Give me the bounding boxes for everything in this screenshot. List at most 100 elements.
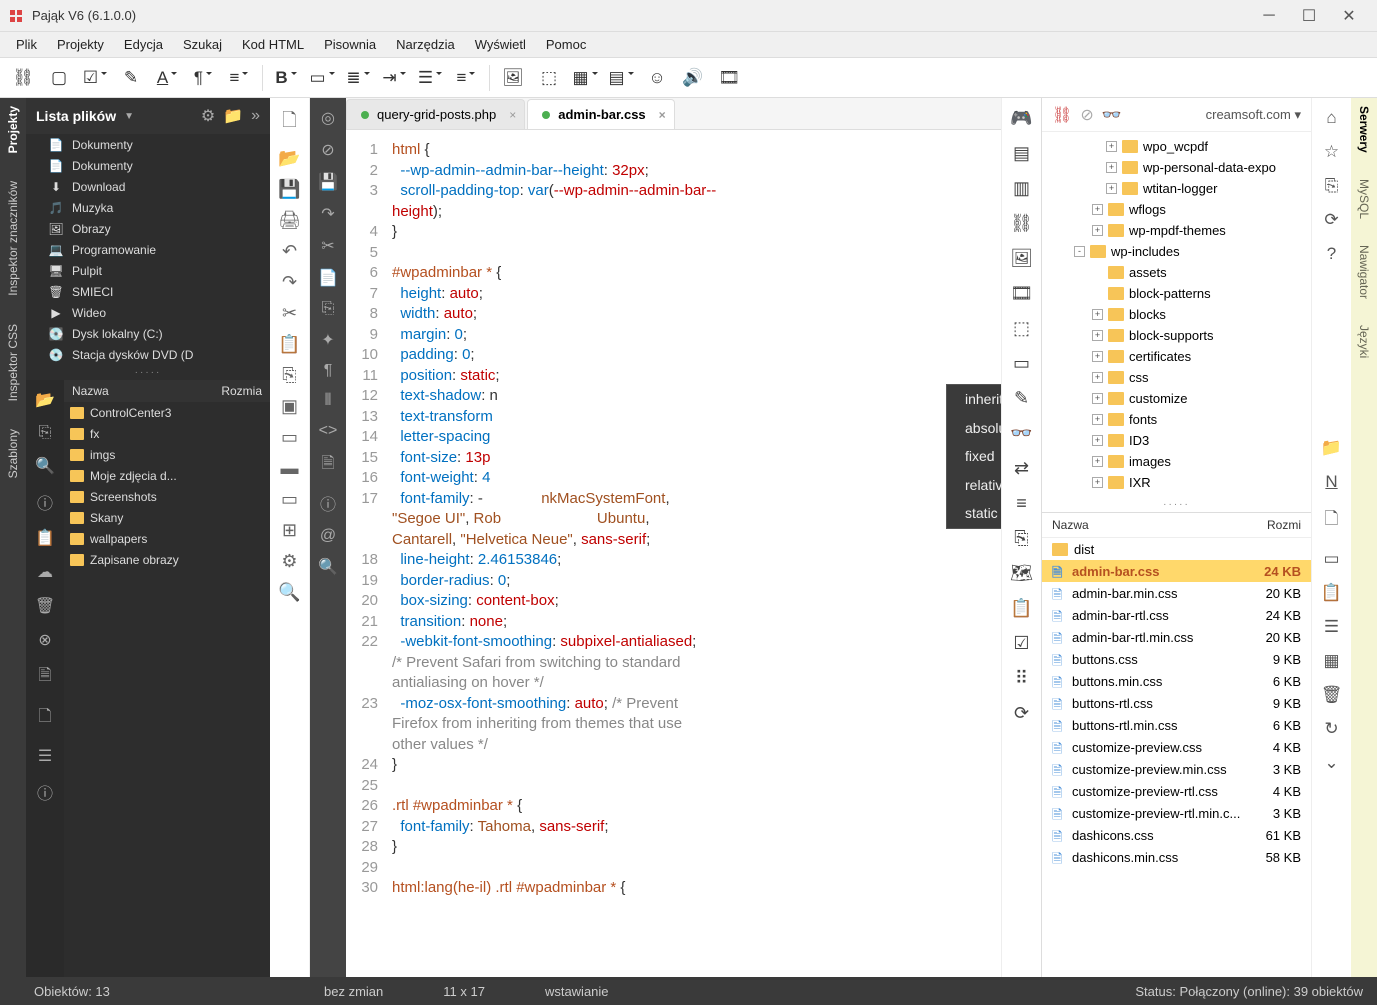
tree-item[interactable]: +certificates — [1042, 346, 1311, 367]
autocomplete-popup[interactable]: inheritabsolutefixedrelativestatic — [946, 384, 1001, 529]
list-item[interactable]: 🗑SMIECI — [26, 281, 270, 302]
maximize-button[interactable]: ☐ — [1289, 2, 1329, 30]
print-icon[interactable]: 🖨 — [278, 210, 301, 231]
copy-icon[interactable]: ⎘ — [39, 424, 52, 442]
help-icon[interactable]: ⓘ — [37, 780, 53, 804]
cloud-icon[interactable]: ☁ — [37, 562, 53, 582]
close-button[interactable]: ✕ — [1329, 2, 1369, 30]
emoji-icon[interactable]: ☺ — [642, 63, 672, 93]
cut-icon[interactable]: ✂ — [282, 303, 297, 324]
file-item[interactable]: 🗎admin-bar-rtl.min.css20 KB — [1042, 626, 1311, 648]
list-item[interactable]: Skany — [64, 507, 270, 528]
settings-icon[interactable]: ⚙ — [281, 551, 297, 572]
folder-outline-icon[interactable]: 📂 — [35, 390, 55, 410]
help2-icon[interactable]: ? — [1327, 244, 1336, 264]
copy-icon[interactable]: ⎘ — [282, 365, 296, 386]
paste-icon[interactable]: 📋 — [278, 334, 300, 355]
file-item[interactable]: 🗎buttons.min.css6 KB — [1042, 670, 1311, 692]
search3-icon[interactable]: 🔍 — [318, 557, 338, 577]
close-icon[interactable]: × — [509, 108, 516, 122]
disconnect-icon[interactable]: ⊘ — [1080, 105, 1093, 125]
tree-item[interactable]: +block-supports — [1042, 325, 1311, 346]
list-icon[interactable]: ☰ — [415, 63, 445, 93]
left-tab-1[interactable]: Inspektor znaczników — [6, 181, 20, 296]
redo2-icon[interactable]: ↷ — [321, 204, 334, 224]
window-icon[interactable]: ▭ — [1013, 353, 1030, 374]
file-item[interactable]: 🗎buttons-rtl.css9 KB — [1042, 692, 1311, 714]
tab-admin-bar.css[interactable]: admin-bar.css× — [527, 99, 674, 129]
left-tab-3[interactable]: Szablony — [6, 429, 20, 478]
tree-icon[interactable]: ⠿ — [1015, 668, 1028, 689]
list-item[interactable]: 💽Dysk lokalny (C:) — [26, 323, 270, 344]
file-item[interactable]: 🗎admin-bar.css24 KB — [1042, 560, 1311, 582]
check-icon[interactable]: ☑ — [80, 63, 110, 93]
menu-szukaj[interactable]: Szukaj — [173, 33, 232, 56]
file-item[interactable]: 🗎customize-preview.min.css3 KB — [1042, 758, 1311, 780]
grid2-icon[interactable]: ▦ — [1323, 651, 1339, 671]
autocomplete-item[interactable]: inherit — [947, 385, 1001, 414]
stack-icon[interactable]: ≡ — [1016, 493, 1027, 514]
search-icon[interactable]: 🔍 — [35, 456, 55, 476]
text-color-icon[interactable]: A — [152, 63, 182, 93]
file-item[interactable]: 🗎dashicons.css61 KB — [1042, 824, 1311, 846]
pen-icon[interactable]: ✎ — [116, 63, 146, 93]
right-tab-0[interactable]: Serwery — [1357, 106, 1371, 153]
spacing-icon[interactable]: ⇥ — [379, 63, 409, 93]
redo-icon[interactable]: ↷ — [282, 272, 297, 293]
video-icon[interactable]: 🎞 — [714, 63, 744, 93]
undo-icon[interactable]: ↶ — [282, 241, 297, 262]
list-item[interactable]: imgs — [64, 444, 270, 465]
gamepad-icon[interactable]: 🎮 — [1010, 108, 1032, 129]
list-item[interactable]: 🖼Obrazy — [26, 218, 270, 239]
layout1-icon[interactable]: ▭ — [281, 427, 298, 448]
panel-resize-handle-2[interactable]: ····· — [1042, 497, 1311, 512]
trash2-icon[interactable]: 🗑 — [1321, 685, 1343, 705]
tree-item[interactable]: +css — [1042, 367, 1311, 388]
tree-item[interactable]: +wtitan-logger — [1042, 178, 1311, 199]
edit-icon[interactable]: ✎ — [1014, 388, 1029, 409]
file-item[interactable]: 🗎customize-preview.css4 KB — [1042, 736, 1311, 758]
list3-icon[interactable]: ☰ — [1324, 617, 1339, 637]
folder-icon[interactable]: 📁 — [223, 106, 243, 126]
tree-item[interactable]: +images — [1042, 451, 1311, 472]
head-icon[interactable]: ▤ — [1013, 143, 1030, 164]
new-doc-icon[interactable]: 🗋 — [282, 108, 296, 138]
layout3-icon[interactable]: ▭ — [281, 489, 298, 510]
cancel-icon[interactable]: ⊗ — [38, 630, 51, 650]
list-item[interactable]: wallpapers — [64, 528, 270, 549]
rcol-name[interactable]: Nazwa — [1052, 518, 1267, 532]
chevron-down-icon[interactable]: ▼ — [124, 111, 134, 122]
image-icon[interactable]: 🖼 — [498, 63, 528, 93]
file-item[interactable]: 🗎admin-bar-rtl.css24 KB — [1042, 604, 1311, 626]
layout4-icon[interactable]: ⊞ — [282, 520, 297, 541]
file-item[interactable]: dist — [1042, 538, 1311, 560]
file-item[interactable]: 🗎buttons-rtl.min.css6 KB — [1042, 714, 1311, 736]
more-icon[interactable]: » — [251, 107, 260, 125]
target-icon[interactable]: ◎ — [321, 108, 335, 128]
right-tab-2[interactable]: Nawigator — [1357, 245, 1371, 299]
hairdryer-icon[interactable]: ⟳ — [1014, 703, 1029, 724]
panel-resize-handle[interactable]: ····· — [26, 365, 270, 380]
menu-wyświetl[interactable]: Wyświetl — [465, 33, 536, 56]
align-icon[interactable]: ≣ — [343, 63, 373, 93]
list-icon[interactable]: ☰ — [38, 746, 52, 766]
layout-icon[interactable]: ▤ — [606, 63, 636, 93]
tree-item[interactable]: +blocks — [1042, 304, 1311, 325]
border-icon[interactable]: ▭ — [307, 63, 337, 93]
close-icon[interactable]: × — [659, 108, 666, 122]
autocomplete-item[interactable]: absolute — [947, 414, 1001, 443]
menu-kod html[interactable]: Kod HTML — [232, 33, 314, 56]
trash-icon[interactable]: 🗑 — [35, 596, 55, 616]
frame-icon[interactable]: ⬚ — [534, 63, 564, 93]
column-size[interactable]: Rozmia — [221, 384, 262, 398]
left-tab-0[interactable]: Projekty — [6, 106, 20, 153]
copy2-icon[interactable]: ⎘ — [322, 300, 335, 318]
bold-icon[interactable]: B — [271, 63, 301, 93]
tree-item[interactable]: +wp-personal-data-expo — [1042, 157, 1311, 178]
map-icon[interactable]: 🗺 — [1010, 563, 1033, 584]
save-icon[interactable]: 💾 — [278, 179, 300, 200]
layout2-icon[interactable]: ▬ — [281, 458, 299, 479]
indent-icon[interactable]: ≡ — [224, 63, 254, 93]
cut2-icon[interactable]: ✂ — [321, 236, 334, 256]
binoculars-icon[interactable]: 👓 — [1010, 423, 1032, 444]
